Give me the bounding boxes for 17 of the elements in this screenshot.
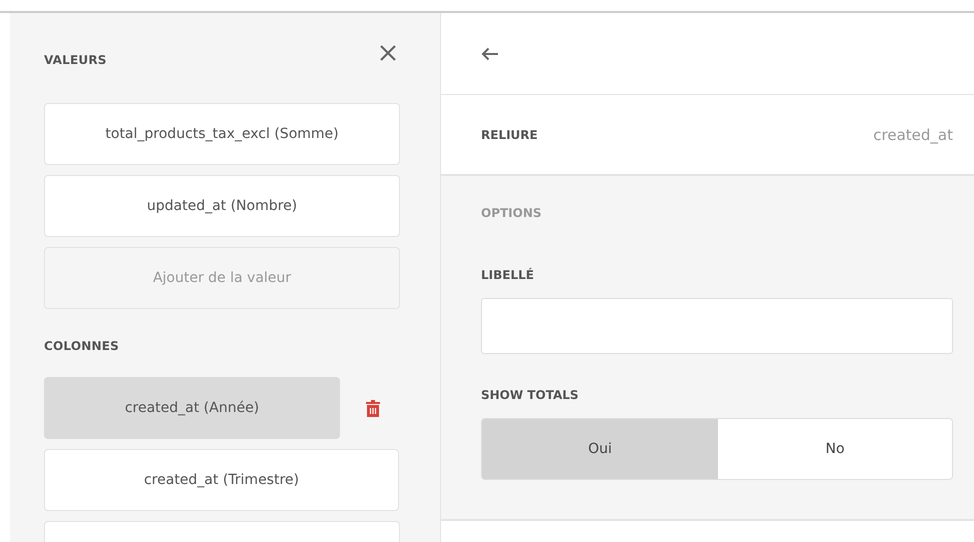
column-item[interactable]: created_at (Année): [44, 377, 340, 439]
field-label: LIBELLÉ: [481, 268, 535, 282]
close-icon[interactable]: [379, 44, 397, 62]
section-heading: VALEURS: [44, 53, 107, 67]
trash-icon[interactable]: [366, 400, 380, 416]
toggle-option[interactable]: Oui: [482, 419, 718, 479]
binding-value: created_at: [873, 126, 953, 144]
options-heading: OPTIONS: [481, 206, 543, 220]
field-label: SHOW TOTALS: [481, 388, 580, 402]
binding-label: RELIURE: [481, 128, 538, 142]
column-item[interactable]: created_at (Trimestre): [44, 449, 399, 511]
section-heading: COLONNES: [44, 339, 120, 353]
value-item[interactable]: total_products_tax_excl (Somme): [44, 103, 400, 165]
toggle-option[interactable]: No: [718, 419, 952, 479]
back-arrow-icon[interactable]: [481, 46, 499, 60]
value-item[interactable]: updated_at (Nombre): [44, 175, 400, 237]
label-input-field[interactable]: [481, 298, 953, 354]
